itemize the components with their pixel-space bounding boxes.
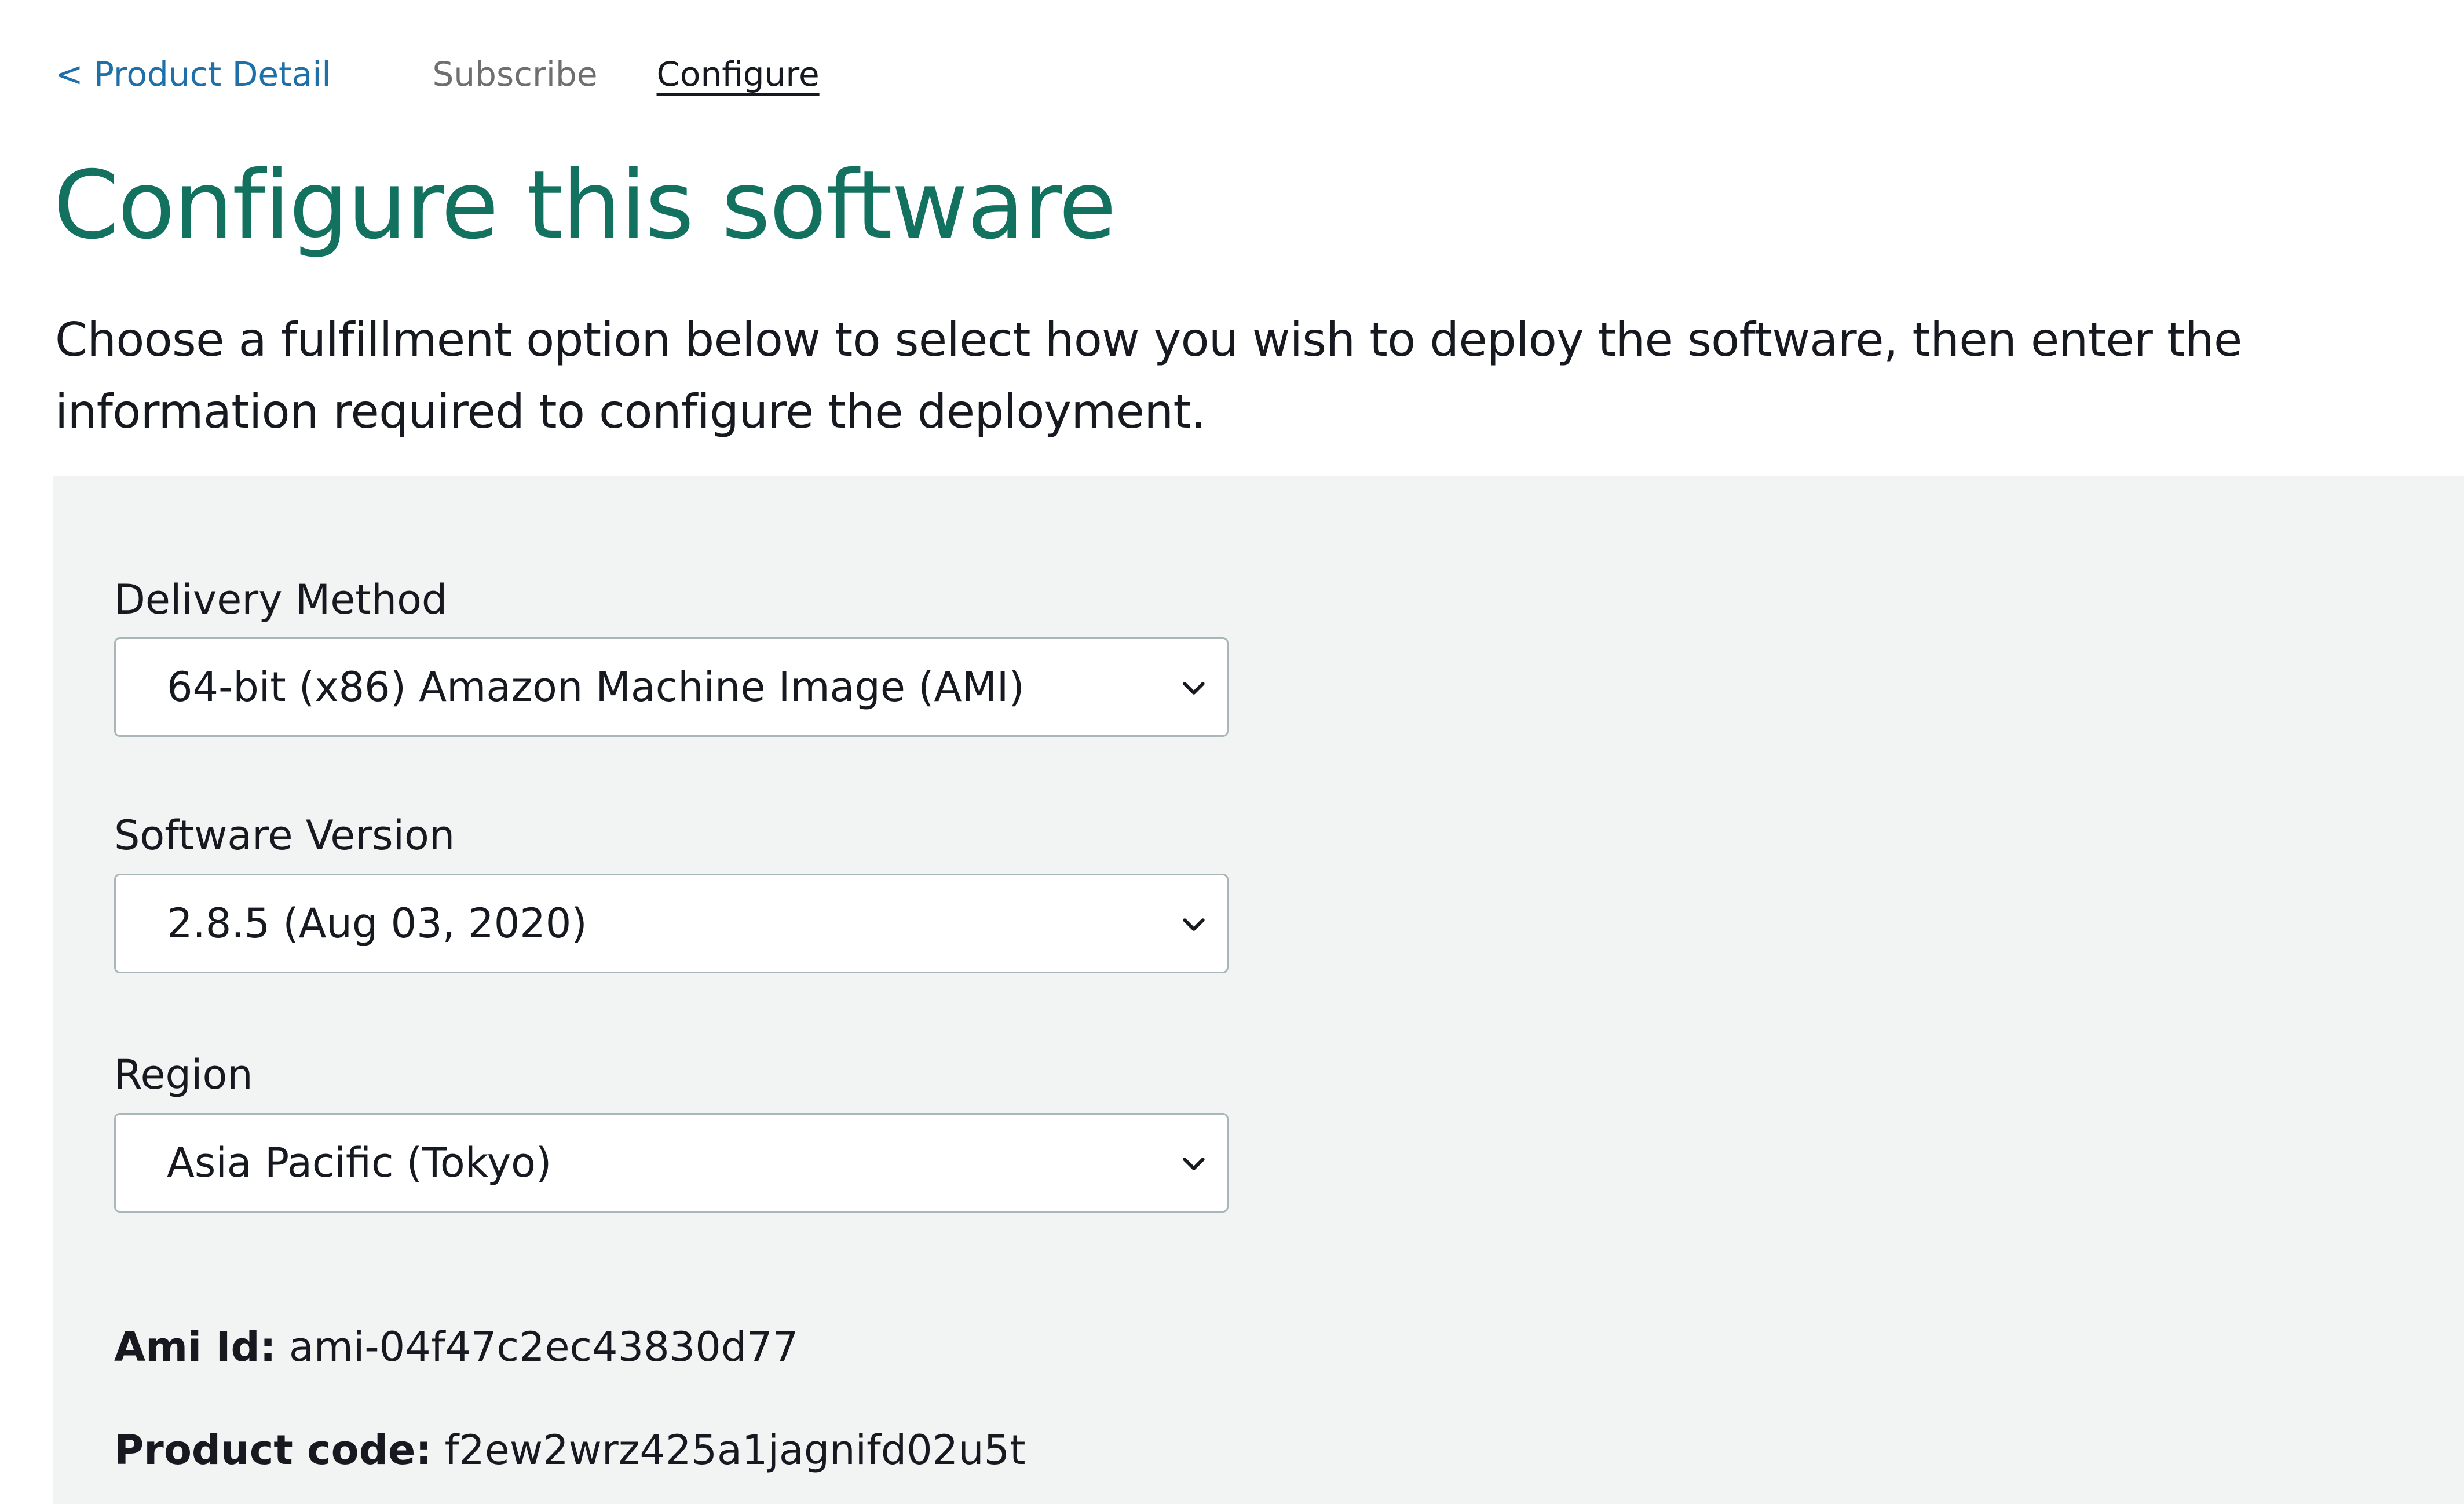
delivery-method-select[interactable]: 64-bit (x86) Amazon Machine Image (AMI) [114,637,1229,737]
ami-id-value: ami-04f47c2ec43830d77 [288,1323,799,1371]
region-select[interactable]: Asia Pacific (Tokyo) [114,1113,1229,1213]
region-value: Asia Pacific (Tokyo) [167,1139,552,1187]
ami-id-label: Ami Id: [114,1323,276,1371]
chevron-down-icon [1183,918,1205,931]
breadcrumb: < Product Detail Subscribe Configure [55,51,820,97]
ami-id-row: Ami Id: ami-04f47c2ec43830d77 [114,1321,798,1373]
product-code-value: f2ew2wrz425a1jagnifd02u5t [444,1426,1026,1474]
intro-text: Choose a fulfillment option below to sel… [55,313,2242,439]
product-detail-link[interactable]: < Product Detail [55,51,331,97]
software-version-label: Software Version [114,812,455,859]
configure-page: < Product Detail Subscribe Configure Con… [0,0,2464,1504]
delivery-method-label: Delivery Method [114,576,448,623]
region-label: Region [114,1051,253,1098]
chevron-down-icon [1183,1158,1205,1170]
breadcrumb-step-subscribe: Subscribe [432,54,598,94]
breadcrumb-step-configure: Configure [656,54,820,94]
delivery-method-value: 64-bit (x86) Amazon Machine Image (AMI) [167,663,1025,711]
chevron-down-icon [1183,682,1205,695]
software-version-value: 2.8.5 (Aug 03, 2020) [167,900,587,947]
page-title: Configure this software [53,151,1116,260]
software-version-select[interactable]: 2.8.5 (Aug 03, 2020) [114,874,1229,973]
product-code-label: Product code: [114,1426,432,1474]
product-code-row: Product code: f2ew2wrz425a1jagnifd02u5t [114,1424,1026,1476]
configuration-panel: Delivery Method 64-bit (x86) Amazon Mach… [53,476,2464,1504]
